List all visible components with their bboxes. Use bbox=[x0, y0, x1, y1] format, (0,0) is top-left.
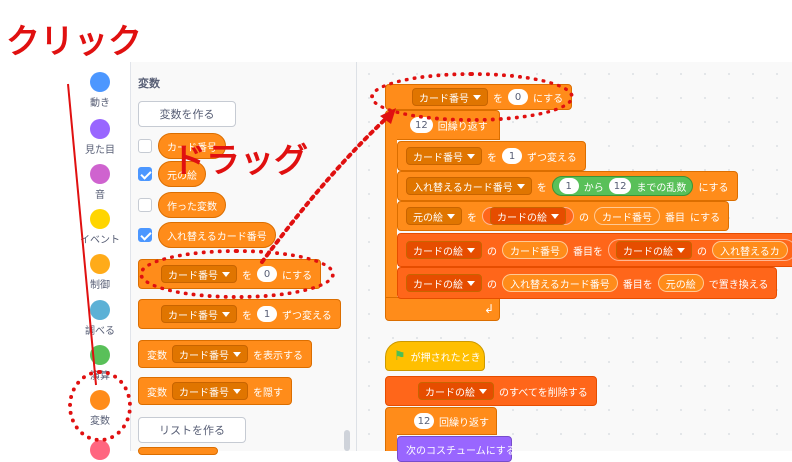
click-highlight-ellipse bbox=[68, 370, 132, 442]
drop-target-ellipse bbox=[370, 72, 574, 122]
drag-arrow-path bbox=[260, 110, 395, 264]
drag-source-ellipse bbox=[139, 249, 335, 299]
click-pointer-line bbox=[67, 83, 97, 386]
